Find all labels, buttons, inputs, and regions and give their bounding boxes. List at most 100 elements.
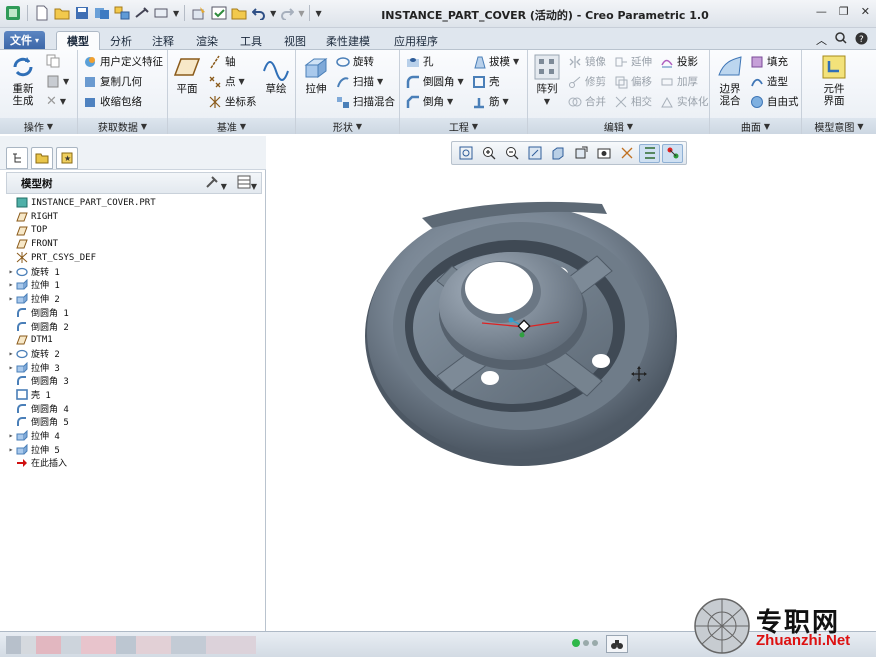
regenerate-small-icon[interactable] [93, 4, 111, 22]
redo-icon[interactable] [278, 4, 296, 22]
tab-analysis[interactable]: 分析 [100, 31, 142, 50]
minimize-icon[interactable]: — [816, 5, 827, 18]
chamfer-button[interactable]: 倒角 ▼ [406, 94, 453, 109]
graphics-window[interactable] [267, 136, 876, 631]
thicken-button[interactable]: 加厚 [660, 74, 698, 89]
customize-qat-icon[interactable]: ▼ [315, 9, 321, 18]
pattern-button[interactable]: 阵列 ▼ [532, 53, 562, 108]
annotation-display-button[interactable] [639, 143, 660, 163]
collapse-ribbon-icon[interactable]: ︿ [816, 32, 827, 48]
cover-part-3d[interactable] [365, 201, 677, 466]
tree-node-extrude[interactable]: ▸ 拉伸 2 [6, 292, 262, 306]
restore-icon[interactable]: ❐ [839, 5, 849, 18]
expand-toggle-icon[interactable]: ▸ [6, 431, 16, 440]
plane-button[interactable]: 平面 [172, 53, 202, 95]
tab-render[interactable]: 渲染 [186, 31, 228, 50]
window-switch-icon[interactable] [153, 4, 171, 22]
sketch-button[interactable]: 草绘 [260, 53, 292, 95]
spin-center-button[interactable] [662, 143, 683, 163]
expand-toggle-icon[interactable]: ▸ [6, 445, 16, 454]
check-window-icon[interactable] [210, 4, 228, 22]
open-folder-icon[interactable] [53, 4, 71, 22]
intersect-button[interactable]: 相交 [614, 94, 652, 109]
windows-icon[interactable] [113, 4, 131, 22]
swept-blend-button[interactable]: 扫描混合 [336, 94, 395, 109]
undo-dropdown-icon[interactable]: ▼ [270, 9, 276, 18]
tree-node-revolve[interactable]: ▸ 旋转 1 [6, 264, 262, 278]
tree-node-plane[interactable]: RIGHT [6, 210, 262, 224]
copy-button[interactable] [46, 54, 60, 68]
point-button[interactable]: 点 ▼ [208, 74, 245, 89]
zoom-in-button[interactable] [478, 144, 499, 163]
display-style-button[interactable] [547, 144, 568, 163]
csys-button[interactable]: 坐标系 [208, 94, 257, 109]
tab-tools[interactable]: 工具 [230, 31, 272, 50]
creo-app-icon[interactable] [4, 4, 22, 22]
tree-node-plane[interactable]: TOP [6, 223, 262, 237]
saved-orientations-button[interactable] [570, 144, 591, 163]
tree-node-round[interactable]: 倒圆角 4 [6, 401, 262, 415]
tree-node-revolve[interactable]: ▸ 旋转 2 [6, 347, 262, 361]
udf-button[interactable]: 用户定义特征 [83, 54, 163, 69]
tree-node-extrude[interactable]: ▸ 拉伸 3 [6, 360, 262, 374]
zoom-out-button[interactable] [501, 144, 522, 163]
datum-display-button[interactable] [616, 144, 637, 163]
favorites-tab[interactable]: ★ [56, 147, 78, 169]
tree-node-plane[interactable]: FRONT [6, 237, 262, 251]
search-icon[interactable] [835, 32, 847, 48]
expand-toggle-icon[interactable]: ▸ [6, 294, 16, 303]
paste-button[interactable]: ▼ [46, 74, 69, 88]
tree-node-round[interactable]: 倒圆角 1 [6, 306, 262, 320]
revolve-button[interactable]: 旋转 [336, 54, 374, 69]
tab-annotate[interactable]: 注释 [142, 31, 184, 50]
tab-model[interactable]: 模型 [56, 31, 100, 50]
draft-button[interactable]: 拔模 ▼ [472, 54, 519, 69]
settings-icon[interactable] [133, 4, 151, 22]
extrude-button[interactable]: 拉伸 [300, 53, 332, 95]
undo-icon[interactable] [250, 4, 268, 22]
close-icon[interactable]: ✕ [861, 5, 870, 18]
tab-flexible-modeling[interactable]: 柔性建模 [316, 31, 380, 50]
offset-button[interactable]: 偏移 [614, 74, 652, 89]
repaint-button[interactable] [524, 144, 545, 163]
sweep-button[interactable]: 扫描 ▼ [336, 74, 383, 89]
tree-node-part[interactable]: INSTANCE_PART_COVER.PRT [6, 196, 262, 210]
merge-button[interactable]: 合并 [568, 94, 606, 109]
regenerate-button[interactable]: 重新生成 [6, 53, 40, 107]
file-menu-button[interactable]: 文件 ▾ [4, 31, 46, 49]
freestyle-button[interactable]: 自由式 [750, 94, 799, 109]
tab-view[interactable]: 视图 [274, 31, 316, 50]
redo-dropdown-icon[interactable]: ▼ [298, 9, 304, 18]
tree-node-round[interactable]: 倒圆角 2 [6, 319, 262, 333]
refit-button[interactable] [455, 144, 476, 163]
delete-button[interactable]: ✕ ▼ [46, 94, 66, 109]
rib-button[interactable]: 筋 ▼ [472, 94, 509, 109]
hole-button[interactable]: 孔 [406, 54, 434, 69]
extend-button[interactable]: 延伸 [614, 54, 652, 69]
round-button[interactable]: 倒圆角 ▼ [406, 74, 464, 89]
find-button[interactable] [606, 635, 628, 653]
expand-toggle-icon[interactable]: ▸ [6, 349, 16, 358]
axis-button[interactable]: 轴 [208, 54, 236, 69]
help-icon[interactable]: ? [855, 32, 868, 48]
view-manager-button[interactable] [593, 144, 614, 163]
tree-node-extrude[interactable]: ▸ 拉伸 5 [6, 442, 262, 456]
project-button[interactable]: 投影 [660, 54, 698, 69]
tree-node-plane[interactable]: DTM1 [6, 333, 262, 347]
tree-node-round[interactable]: 倒圆角 3 [6, 374, 262, 388]
folder-check-icon[interactable] [230, 4, 248, 22]
expand-toggle-icon[interactable]: ▸ [6, 267, 16, 276]
shrinkwrap-button[interactable]: 收缩包络 [83, 94, 142, 109]
tree-node-csys[interactable]: PRT_CSYS_DEF [6, 251, 262, 265]
boundary-blend-button[interactable]: 边界混合 [714, 53, 746, 107]
regen-model-icon[interactable] [190, 4, 208, 22]
save-icon[interactable] [73, 4, 91, 22]
mirror-button[interactable]: 镜像 [568, 54, 606, 69]
tree-node-extrude[interactable]: ▸ 拉伸 1 [6, 278, 262, 292]
tree-columns-button[interactable]: ▼ [237, 175, 257, 192]
tree-node-round[interactable]: 倒圆角 5 [6, 415, 262, 429]
trim-button[interactable]: 修剪 [568, 74, 606, 89]
fill-button[interactable]: 填充 [750, 54, 788, 69]
tree-settings-button[interactable]: ▼ [205, 175, 227, 192]
tree-node-extrude[interactable]: ▸ 拉伸 4 [6, 429, 262, 443]
